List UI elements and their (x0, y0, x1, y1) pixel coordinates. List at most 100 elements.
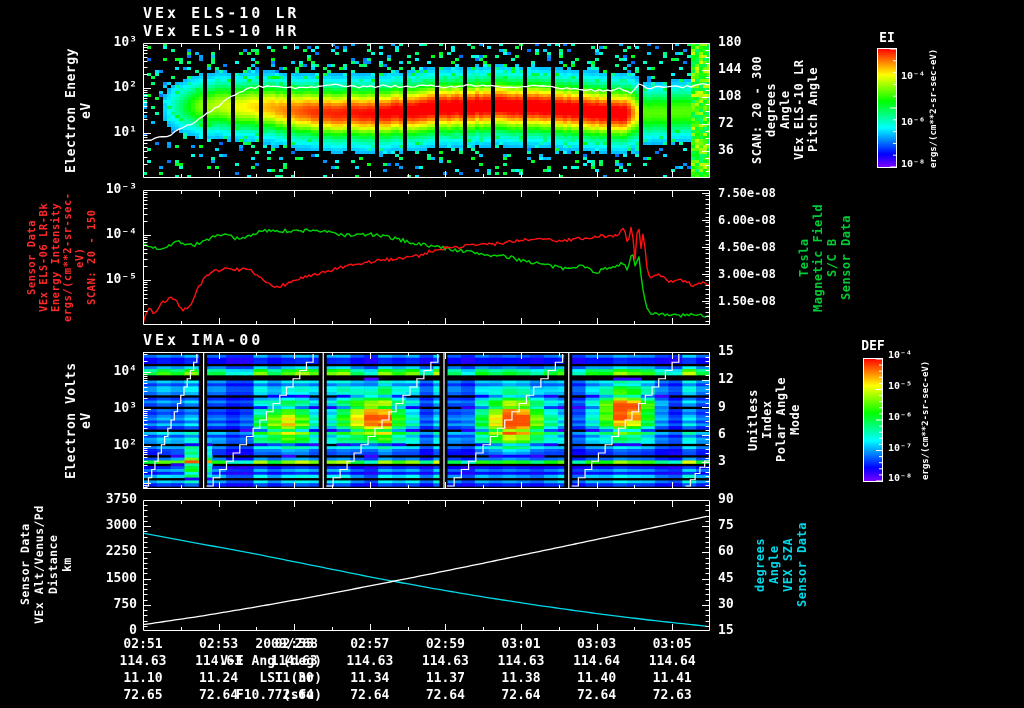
right-tick-label: 15 (718, 344, 734, 359)
axis-title-line: Angle (767, 545, 781, 584)
table-cell: 114.63 (195, 654, 243, 669)
table-cell: 11.30 (274, 671, 314, 686)
axis-title-line: VEx Alt/Venus/Pd (32, 505, 46, 624)
date-label: 2009/268 (255, 637, 318, 652)
y-tick-label: 10⁻³ (105, 182, 137, 197)
axis-title-line: SCAN: 20 - 150 (86, 209, 98, 306)
axis-title-line: Pitch Angle (806, 67, 820, 153)
colorbar-tick-label: 10⁻⁶ (888, 412, 913, 423)
panel3-right-axis-title: Mode Polar Angle Index Unitless (746, 350, 802, 490)
table-cell: 114.63 (497, 654, 545, 669)
axis-title-line: S/C B (825, 238, 839, 277)
time-tick-label: 02:57 (350, 637, 390, 652)
y-tick-label: 10² (113, 438, 137, 453)
y-tick-label: 10⁻⁴ (105, 227, 137, 242)
colorbar-tick-label: 10⁻⁸ (888, 473, 913, 484)
y-tick-label: 10⁴ (113, 364, 137, 379)
right-tick-label: 75 (718, 518, 734, 533)
axis-title-line: Energy Intensity (50, 202, 62, 313)
y-tick-label: 10³ (113, 35, 137, 50)
colorbar-tick-label: 10⁻⁶ (901, 117, 926, 128)
table-cell: 72.64 (501, 688, 541, 703)
altitude-sza-plot-canvas (143, 500, 710, 631)
panel3-title: VEx IMA-00 (143, 331, 264, 349)
right-tick-label: 12 (718, 372, 734, 387)
colorbar-tick-label: 10⁻⁵ (888, 381, 913, 392)
table-cell: 72.64 (274, 688, 314, 703)
table-cell: 72.64 (350, 688, 390, 703)
axis-title-line: km (60, 557, 74, 572)
axis-title-line: Distance (46, 534, 60, 595)
colorbar-tick-label: 10⁻⁸ (901, 159, 926, 170)
axis-title-line: eV (79, 102, 94, 119)
y-tick-label: 10² (113, 80, 137, 95)
table-cell: 72.64 (577, 688, 617, 703)
axis-title-line: degrees (764, 82, 778, 138)
table-cell: 72.65 (123, 688, 163, 703)
right-tick-label: 60 (718, 544, 734, 559)
right-tick-label: 1.50e-08 (718, 294, 776, 308)
y-tick-label: 1500 (105, 571, 137, 586)
axis-title-line: Sensor Data (839, 215, 853, 300)
table-cell: 114.63 (119, 654, 167, 669)
panel1-title-line1: VEx ELS-10 LR (143, 4, 300, 22)
axis-title-line: ergs/(cm**2-sr-sec-eV) (62, 192, 86, 323)
time-tick-label: 03:01 (501, 637, 541, 652)
table-cell: 114.63 (270, 654, 318, 669)
axis-title-line: VEX SZA (781, 537, 795, 592)
y-tick-label: 10¹ (113, 125, 137, 140)
def-colorbar (863, 358, 883, 482)
axis-title-line: SCAN: 20 - 300 (750, 55, 764, 165)
table-cell: 11.10 (123, 671, 163, 686)
ei-colorbar (877, 48, 897, 168)
right-tick-label: 15 (718, 623, 734, 638)
panel2-right-axis-title: Sensor Data S/C B Magnetic Field Tesla (797, 188, 853, 327)
axis-title-line: VEx ELS-10 LR (792, 59, 806, 161)
right-tick-label: 4.50e-08 (718, 240, 776, 254)
y-tick-label: 2250 (105, 544, 137, 559)
table-cell: 114.64 (648, 654, 696, 669)
axis-title-line: Unitless (746, 389, 760, 451)
panel4-right-axis-title: Sensor Data VEX SZA Angle degrees (753, 498, 809, 631)
axis-title-line: Sensor Data (18, 523, 32, 606)
y-tick-label: 3750 (105, 492, 137, 507)
right-tick-label: 45 (718, 571, 734, 586)
els-spectrogram-canvas (143, 43, 710, 178)
axis-title-line: eV (79, 412, 94, 429)
right-tick-label: 90 (718, 492, 734, 507)
colorbar-tick-label: 10⁻⁷ (888, 443, 913, 454)
right-tick-label: 144 (718, 62, 742, 77)
panel1-y-axis-title: Electron Energy eV (64, 43, 94, 178)
axis-title-line: Magnetic Field (811, 203, 825, 312)
table-cell: 11.37 (425, 671, 465, 686)
def-colorbar-units: ergs/(cm**2-sr-sec-eV) (921, 360, 931, 480)
table-cell: 114.63 (346, 654, 394, 669)
ei-colorbar-title: EI (879, 31, 895, 46)
right-tick-label: 36 (718, 143, 734, 158)
ima-spectrogram-canvas (143, 352, 710, 489)
axis-title-line: Angle (778, 90, 792, 130)
right-tick-label: 3 (718, 454, 726, 469)
right-tick-label: 6 (718, 427, 726, 442)
y-tick-label: 10³ (113, 401, 137, 416)
right-tick-label: 72 (718, 116, 734, 131)
table-cell: 114.63 (421, 654, 469, 669)
table-cell: 72.64 (199, 688, 239, 703)
y-tick-label: 3000 (105, 518, 137, 533)
table-cell: 11.40 (577, 671, 617, 686)
right-tick-label: 108 (718, 89, 742, 104)
panel3-y-axis-title: Electron Volts eV (64, 352, 94, 489)
time-tick-label: 02:51 (123, 637, 163, 652)
table-cell: 72.63 (652, 688, 692, 703)
panel1-right-axis-title: Pitch Angle VEx ELS-10 LR Angle degrees … (750, 40, 820, 180)
table-cell: 114.64 (573, 654, 621, 669)
axis-title-line: Mode (788, 404, 802, 436)
right-tick-label: 30 (718, 597, 734, 612)
axis-title-line: Sensor Data (795, 522, 809, 607)
colorbar-tick-label: 10⁻⁴ (901, 71, 926, 82)
table-cell: 11.41 (652, 671, 692, 686)
panel4-y-axis-title: Sensor Data VEx Alt/Venus/Pd Distance km (18, 498, 74, 631)
axis-title-line: Tesla (797, 238, 811, 277)
science-plot-screen: VEx ELS-10 LR VEx ELS-10 HR VEx IMA-00 E… (0, 0, 1024, 708)
time-tick-label: 02:59 (425, 637, 465, 652)
